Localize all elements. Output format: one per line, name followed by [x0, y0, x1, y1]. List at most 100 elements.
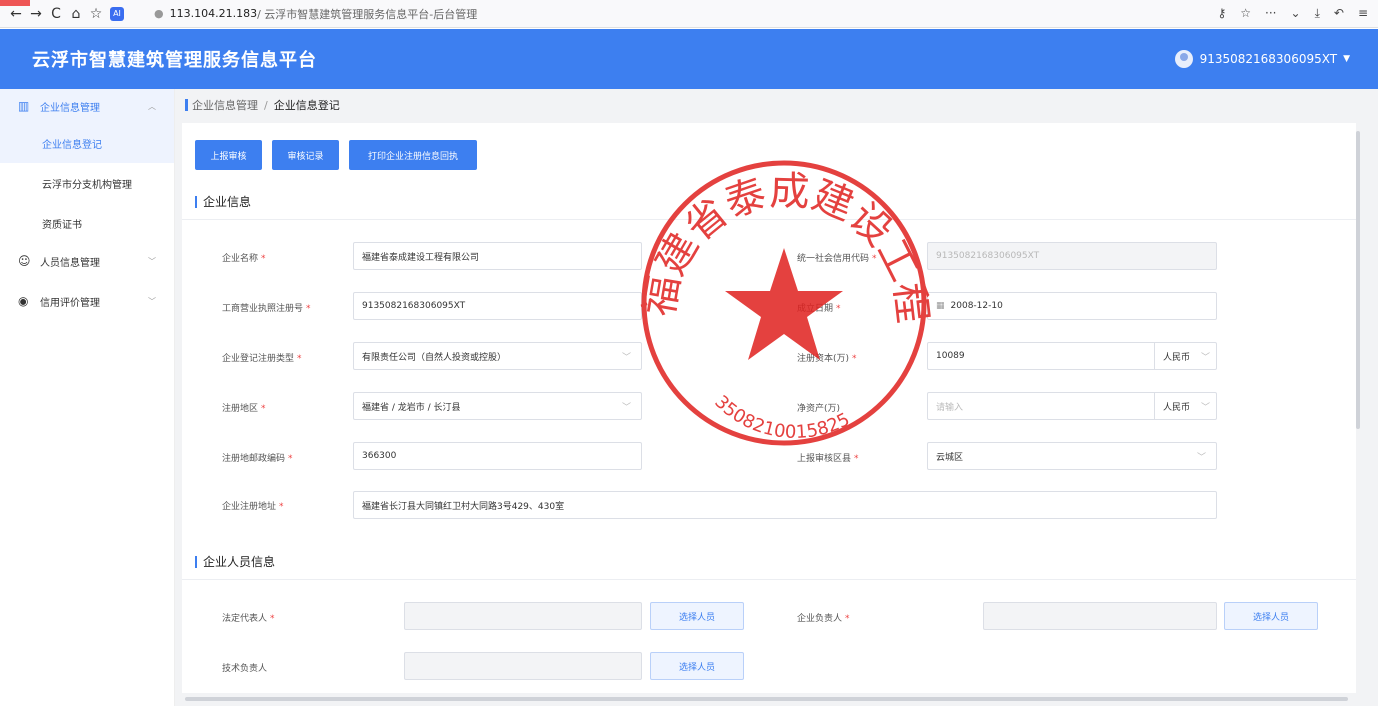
leader-label: 企业负责人 *	[797, 614, 850, 624]
audit-district-select[interactable]: 云城区 ﹀	[927, 442, 1217, 470]
sidebar-item-branch[interactable]: 云浮市分支机构管理	[0, 163, 174, 203]
menu-icon[interactable]: ≡	[1358, 6, 1368, 21]
section-personnel-title: 企业人员信息	[195, 553, 275, 570]
capital-input[interactable]: 10089 人民币 ﹀	[927, 342, 1217, 370]
submit-review-button[interactable]: 上报审核	[195, 140, 262, 170]
breadcrumb-parent[interactable]: 企业信息管理	[192, 97, 258, 113]
sidebar-group-credit[interactable]: ◉ 信用评价管理 ﹀	[0, 285, 174, 317]
review-records-button[interactable]: 审核记录	[272, 140, 339, 170]
tech-lead-label: 技术负责人	[222, 664, 268, 674]
chevron-down-icon: ﹀	[1200, 402, 1210, 413]
chevron-down-icon: ﹀	[148, 256, 156, 266]
net-assets-label: 净资产(万)	[797, 404, 841, 414]
region-cascader[interactable]: 福建省 / 龙岩市 / 长汀县 ﹀	[353, 392, 642, 420]
browser-toolbar: ← → C ⌂ ☆ AI ● 113.104.21.183 / 云浮市智慧建筑管…	[0, 0, 1378, 28]
address-bar[interactable]: ● 113.104.21.183 / 云浮市智慧建筑管理服务信息平台-后台管理	[154, 6, 477, 22]
home-icon[interactable]: ⌂	[66, 6, 86, 22]
address-label: 企业注册地址 *	[222, 502, 284, 512]
region-label: 注册地区 *	[222, 404, 266, 414]
undo-icon[interactable]: ↶	[1334, 6, 1344, 21]
legal-rep-pick-button[interactable]: 选择人员	[650, 602, 744, 630]
postcode-label: 注册地邮政编码 *	[222, 454, 293, 464]
reg-type-select[interactable]: 有限责任公司（自然人投资或控股） ﹀	[353, 342, 642, 370]
url-path: / 云浮市智慧建筑管理服务信息平台-后台管理	[257, 7, 478, 21]
chevron-down-icon: ﹀	[148, 296, 156, 306]
reg-type-label: 企业登记注册类型 *	[222, 354, 302, 364]
chevron-down-icon: ﹀	[1196, 452, 1206, 463]
chevron-down-icon: ﹀	[621, 402, 631, 413]
breadcrumb: 企业信息管理 / 企业信息登记	[185, 97, 340, 113]
license-no-input[interactable]: 9135082168306095XT	[353, 292, 642, 320]
section-divider	[182, 579, 1356, 580]
section-divider	[182, 219, 1356, 220]
download-icon[interactable]: ⤓	[1315, 6, 1320, 21]
sidebar-group-label: 人员信息管理	[40, 257, 100, 269]
section-marker	[195, 555, 197, 568]
company-name-label: 企业名称 *	[222, 254, 266, 264]
app-title: 云浮市智慧建筑管理服务信息平台	[32, 50, 317, 71]
breadcrumb-current: 企业信息登记	[273, 99, 340, 112]
forward-icon[interactable]: →	[26, 6, 46, 22]
sidebar: ▥ 企业信息管理 ︿ 企业信息登记 云浮市分支机构管理 资质证书 ☺ 人员信息管…	[0, 89, 175, 706]
sidebar-group-company[interactable]: ▥ 企业信息管理 ︿	[0, 89, 174, 123]
people-icon: ☺	[18, 254, 31, 268]
dropdown-icon[interactable]: ⌄	[1291, 6, 1301, 21]
user-menu[interactable]: 9135082168306095XT ▼	[1174, 50, 1350, 68]
lock-icon: ●	[154, 7, 164, 20]
license-no-label: 工商营业执照注册号 *	[222, 304, 311, 314]
browser-actions: ⚷ ☆ ··· ⌄ ⤓ ↶ ≡	[1217, 6, 1368, 21]
leader-input	[983, 602, 1217, 630]
section-company-title: 企业信息	[195, 193, 251, 210]
caret-down-icon: ▼	[1343, 54, 1350, 64]
back-icon[interactable]: ←	[6, 6, 26, 22]
form-panel: 上报审核 审核记录 打印企业注册信息回执 企业信息 企业名称 * 福建省泰成建设工…	[182, 123, 1356, 693]
found-date-label: 成立日期 *	[797, 304, 841, 314]
section-marker	[195, 195, 197, 208]
action-toolbar: 上报审核 审核记录 打印企业注册信息回执	[195, 140, 477, 170]
chevron-up-icon: ︿	[148, 101, 156, 111]
shield-icon: ◉	[18, 294, 29, 308]
leader-pick-button[interactable]: 选择人员	[1224, 602, 1318, 630]
main-content: 企业信息管理 / 企业信息登记 上报审核 审核记录 打印企业注册信息回执 企业信…	[175, 89, 1378, 706]
sidebar-group-label: 企业信息管理	[40, 102, 100, 114]
legal-rep-label: 法定代表人 *	[222, 614, 275, 624]
app-header: 云浮市智慧建筑管理服务信息平台 9135082168306095XT ▼	[0, 29, 1378, 89]
audit-district-label: 上报审核区县 *	[797, 454, 859, 464]
url-host: 113.104.21.183	[169, 7, 258, 20]
capital-currency-select[interactable]: 人民币 ﹀	[1154, 343, 1216, 369]
net-assets-input[interactable]: 请输入 人民币 ﹀	[927, 392, 1217, 420]
net-assets-currency-select[interactable]: 人民币 ﹀	[1154, 393, 1216, 419]
vertical-scrollbar[interactable]	[1356, 131, 1360, 429]
user-name: 9135082168306095XT	[1199, 52, 1338, 66]
section-title-text: 企业人员信息	[203, 555, 276, 569]
reload-icon[interactable]: C	[46, 6, 66, 22]
bookmark-star-icon[interactable]: ☆	[86, 6, 106, 22]
sidebar-item-certificate[interactable]: 资质证书	[0, 203, 174, 243]
sidebar-group-personnel[interactable]: ☺ 人员信息管理 ﹀	[0, 245, 174, 277]
breadcrumb-marker	[185, 99, 188, 111]
tech-lead-pick-button[interactable]: 选择人员	[650, 652, 744, 680]
chevron-down-icon: ﹀	[621, 352, 631, 363]
tech-lead-input	[404, 652, 642, 680]
calendar-icon: ▦	[936, 301, 945, 311]
more-icon[interactable]: ···	[1265, 6, 1276, 21]
postcode-input[interactable]: 366300	[353, 442, 642, 470]
breadcrumb-separator: /	[264, 98, 268, 112]
sidebar-group-label: 信用评价管理	[40, 297, 100, 309]
building-icon: ▥	[18, 99, 30, 113]
sidebar-item-company-register[interactable]: 企业信息登记	[0, 123, 174, 163]
chevron-down-icon: ﹀	[1200, 352, 1210, 363]
favorite-icon[interactable]: ☆	[1240, 6, 1251, 21]
credit-code-input: 9135082168306095XT	[927, 242, 1217, 270]
address-input[interactable]: 福建省长汀县大同镇红卫村大同路3号429、430室	[353, 491, 1217, 519]
company-name-input[interactable]: 福建省泰成建设工程有限公司	[353, 242, 642, 270]
key-icon[interactable]: ⚷	[1217, 6, 1226, 21]
ai-icon[interactable]: AI	[110, 6, 124, 21]
print-receipt-button[interactable]: 打印企业注册信息回执	[349, 140, 477, 170]
avatar	[1174, 50, 1193, 68]
found-date-picker[interactable]: ▦ 2008-12-10	[927, 292, 1217, 320]
legal-rep-input	[404, 602, 642, 630]
capital-label: 注册资本(万) *	[797, 354, 857, 364]
horizontal-scrollbar[interactable]	[185, 697, 1348, 701]
section-title-text: 企业信息	[203, 195, 252, 209]
